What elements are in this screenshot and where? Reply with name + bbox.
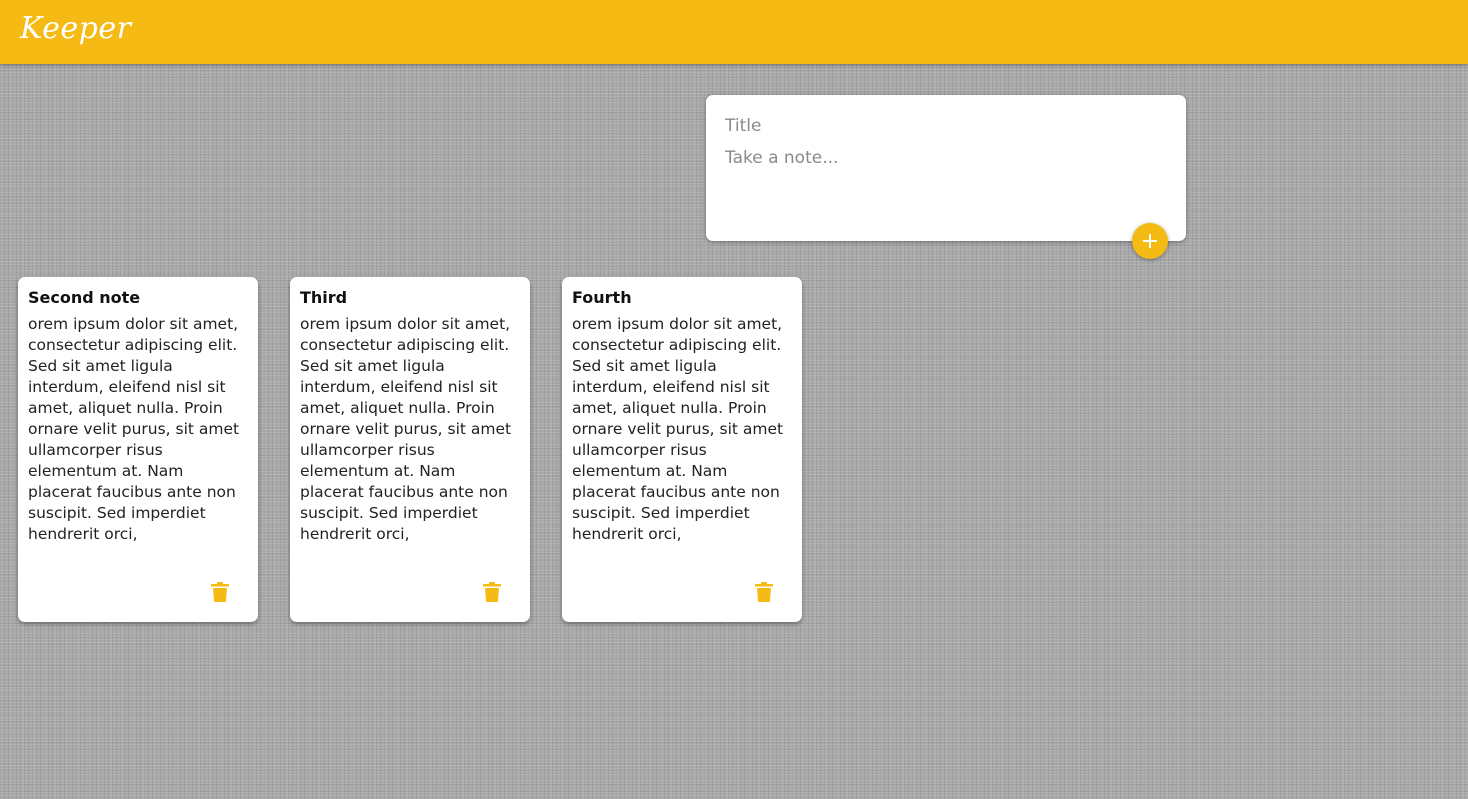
note-title: Second note [28, 288, 141, 307]
note-content: orem ipsum dolor sit amet, consectetur a… [28, 315, 240, 543]
delete-note-button[interactable] [752, 580, 776, 604]
app-title: Keeper [20, 11, 132, 46]
trash-icon [483, 582, 501, 602]
add-note-button[interactable] [1132, 223, 1168, 259]
note-card: Third orem ipsum dolor sit amet, consect… [290, 277, 530, 622]
note-title: Fourth [572, 288, 632, 307]
delete-note-button[interactable] [208, 580, 232, 604]
note-content: orem ipsum dolor sit amet, consectetur a… [300, 315, 512, 543]
trash-icon [211, 582, 229, 602]
note-content: orem ipsum dolor sit amet, consectetur a… [572, 315, 784, 543]
app-header: Keeper [0, 0, 1468, 64]
trash-icon [755, 582, 773, 602]
plus-icon [1143, 234, 1157, 248]
delete-note-button[interactable] [480, 580, 504, 604]
note-title: Third [300, 288, 348, 307]
note-card: Fourth orem ipsum dolor sit amet, consec… [562, 277, 802, 622]
note-card: Second note orem ipsum dolor sit amet, c… [18, 277, 258, 622]
note-content-input[interactable] [725, 147, 1165, 217]
note-title-input[interactable] [725, 115, 1165, 137]
create-note-form [706, 95, 1186, 241]
